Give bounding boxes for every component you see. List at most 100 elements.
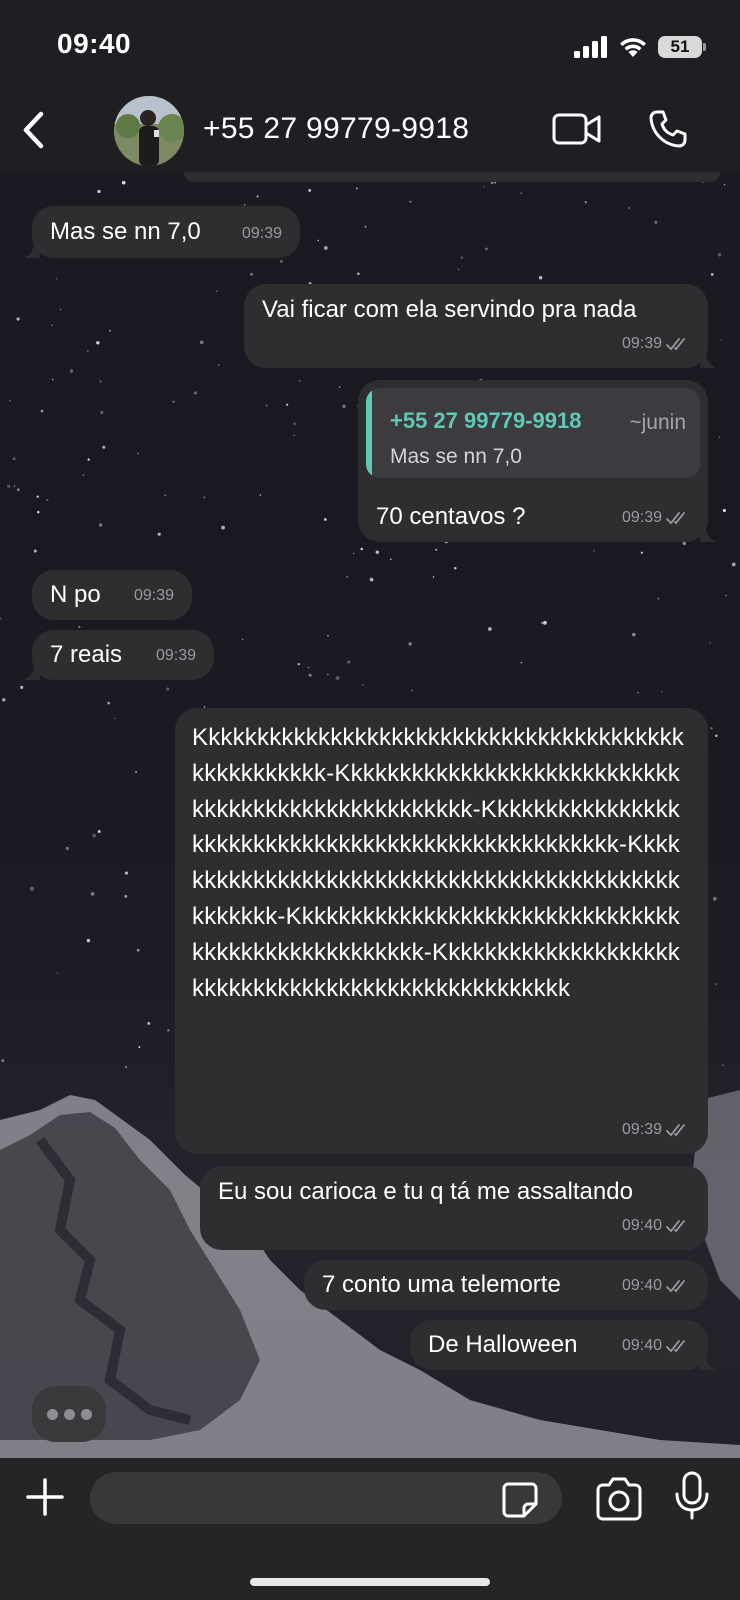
previous-message-bubble-edge bbox=[184, 172, 720, 182]
microphone-icon bbox=[675, 1471, 709, 1520]
wallpaper-star bbox=[293, 422, 296, 426]
wallpaper-star bbox=[33, 549, 37, 553]
wallpaper-star bbox=[709, 642, 711, 644]
message-time: 09:39 bbox=[133, 587, 174, 604]
typing-indicator bbox=[32, 1386, 106, 1442]
message-outgoing[interactable]: Eu sou carioca e tu q tá me assaltando 0… bbox=[200, 1166, 708, 1250]
attach-button[interactable] bbox=[22, 1474, 68, 1520]
quoted-message[interactable]: +55 27 99779-9918 ~junin Mas se nn 7,0 bbox=[366, 388, 700, 478]
wallpaper-star bbox=[542, 620, 547, 625]
wallpaper-star bbox=[90, 892, 95, 896]
message-outgoing[interactable]: 7 conto uma telemorte 09:40 bbox=[304, 1260, 708, 1310]
wallpaper-star bbox=[29, 886, 34, 891]
wallpaper-star bbox=[124, 895, 128, 898]
contact-name[interactable]: +55 27 99779-9918 bbox=[203, 112, 469, 146]
wallpaper-star bbox=[51, 324, 53, 327]
read-receipt-icon bbox=[666, 511, 685, 524]
wallpaper-star bbox=[172, 400, 175, 403]
message-text: N po bbox=[50, 581, 101, 608]
wallpaper-star bbox=[323, 518, 327, 521]
wallpaper-star bbox=[317, 239, 319, 242]
wallpaper-star bbox=[722, 508, 727, 513]
wallpaper-star bbox=[147, 1021, 151, 1025]
wallpaper-star bbox=[100, 410, 104, 415]
wallpaper-star bbox=[97, 189, 101, 194]
message-meta: 09:39 bbox=[242, 217, 282, 250]
read-receipt-icon bbox=[666, 337, 685, 350]
camera-button[interactable] bbox=[594, 1476, 644, 1522]
wallpaper-star bbox=[203, 496, 206, 499]
wallpaper-star bbox=[640, 551, 644, 554]
wallpaper-star bbox=[124, 1065, 128, 1069]
wallpaper-star bbox=[715, 734, 718, 738]
wallpaper-star bbox=[193, 391, 198, 395]
wallpaper-star bbox=[2, 698, 6, 702]
wallpaper-star bbox=[520, 661, 523, 664]
wallpaper-star bbox=[40, 409, 44, 413]
message-text: 7 conto uma telemorte bbox=[322, 1271, 561, 1298]
signal-icon bbox=[574, 36, 607, 58]
wallpaper-star bbox=[37, 510, 40, 514]
sticker-button[interactable] bbox=[500, 1480, 540, 1520]
wallpaper-star bbox=[241, 638, 244, 641]
wallpaper-star bbox=[323, 245, 328, 250]
message-outgoing[interactable]: Vai ficar com ela servindo pra nada 09:3… bbox=[244, 284, 716, 368]
wallpaper-star bbox=[20, 685, 24, 689]
wallpaper-star bbox=[723, 183, 726, 186]
wallpaper-star bbox=[338, 386, 341, 388]
video-call-button[interactable] bbox=[550, 106, 604, 152]
wallpaper-star bbox=[715, 983, 718, 986]
message-incoming[interactable]: N po 09:39 bbox=[32, 570, 192, 620]
message-time: 09:39 bbox=[621, 509, 662, 526]
wallpaper-star bbox=[164, 494, 167, 497]
message-incoming[interactable]: 7 reais 09:39 bbox=[24, 630, 214, 680]
home-indicator[interactable] bbox=[250, 1578, 490, 1586]
wallpaper-star bbox=[51, 378, 54, 381]
wallpaper-star bbox=[346, 575, 349, 578]
wallpaper-star bbox=[13, 485, 16, 487]
plus-icon bbox=[26, 1478, 64, 1516]
wallpaper-star bbox=[460, 256, 463, 259]
message-incoming[interactable]: Mas se nn 7,0 09:39 bbox=[24, 206, 300, 258]
wallpaper-star bbox=[216, 290, 218, 293]
wallpaper-star bbox=[55, 277, 58, 280]
message-outgoing[interactable]: De Halloween 09:40 bbox=[410, 1320, 716, 1370]
wallpaper-star bbox=[16, 488, 20, 492]
avatar[interactable] bbox=[114, 96, 184, 166]
back-button[interactable] bbox=[14, 106, 54, 154]
voice-call-button[interactable] bbox=[644, 104, 692, 154]
quote-accent-bar bbox=[366, 388, 372, 478]
wallpaper-star bbox=[347, 660, 351, 664]
wallpaper-star bbox=[157, 532, 161, 536]
wallpaper-star bbox=[488, 627, 492, 631]
message-outgoing-reply[interactable]: +55 27 99779-9918 ~junin Mas se nn 7,0 7… bbox=[358, 380, 716, 542]
read-receipt-icon bbox=[666, 1279, 685, 1292]
message-time: 09:40 bbox=[621, 1217, 662, 1234]
typing-dot bbox=[80, 1408, 92, 1420]
quote-alias: ~junin bbox=[629, 411, 686, 434]
wallpaper-star bbox=[16, 317, 20, 321]
microphone-button[interactable] bbox=[674, 1470, 710, 1522]
wallpaper-star bbox=[78, 625, 81, 628]
read-receipt-icon bbox=[666, 1219, 685, 1232]
wallpaper-star bbox=[114, 717, 116, 720]
wallpaper-star bbox=[286, 403, 289, 406]
wallpaper-star bbox=[457, 268, 460, 271]
wallpaper-star bbox=[485, 247, 488, 251]
wallpaper-star bbox=[327, 634, 329, 637]
read-receipt-icon bbox=[666, 1123, 685, 1136]
message-text: Kkkkkkkkkkkkkkkkkkkkkkkkkkkkkkkkkkkkkkkk… bbox=[192, 724, 685, 1002]
wallpaper-star bbox=[86, 938, 91, 943]
wallpaper-star bbox=[297, 662, 300, 666]
message-meta: 09:40 bbox=[622, 1329, 690, 1362]
wallpaper-star bbox=[657, 597, 660, 600]
wallpaper-star bbox=[593, 550, 595, 552]
wallpaper-star bbox=[293, 434, 295, 436]
wallpaper-star bbox=[279, 260, 283, 263]
wallpaper-star bbox=[121, 180, 126, 185]
message-time: 09:40 bbox=[621, 1277, 662, 1294]
wallpaper-star bbox=[360, 547, 363, 551]
wallpaper-star bbox=[710, 727, 713, 730]
message-outgoing-long[interactable]: Kkkkkkkkkkkkkkkkkkkkkkkkkkkkkkkkkkkkkkkk… bbox=[175, 708, 708, 1154]
message-input[interactable] bbox=[90, 1472, 562, 1524]
